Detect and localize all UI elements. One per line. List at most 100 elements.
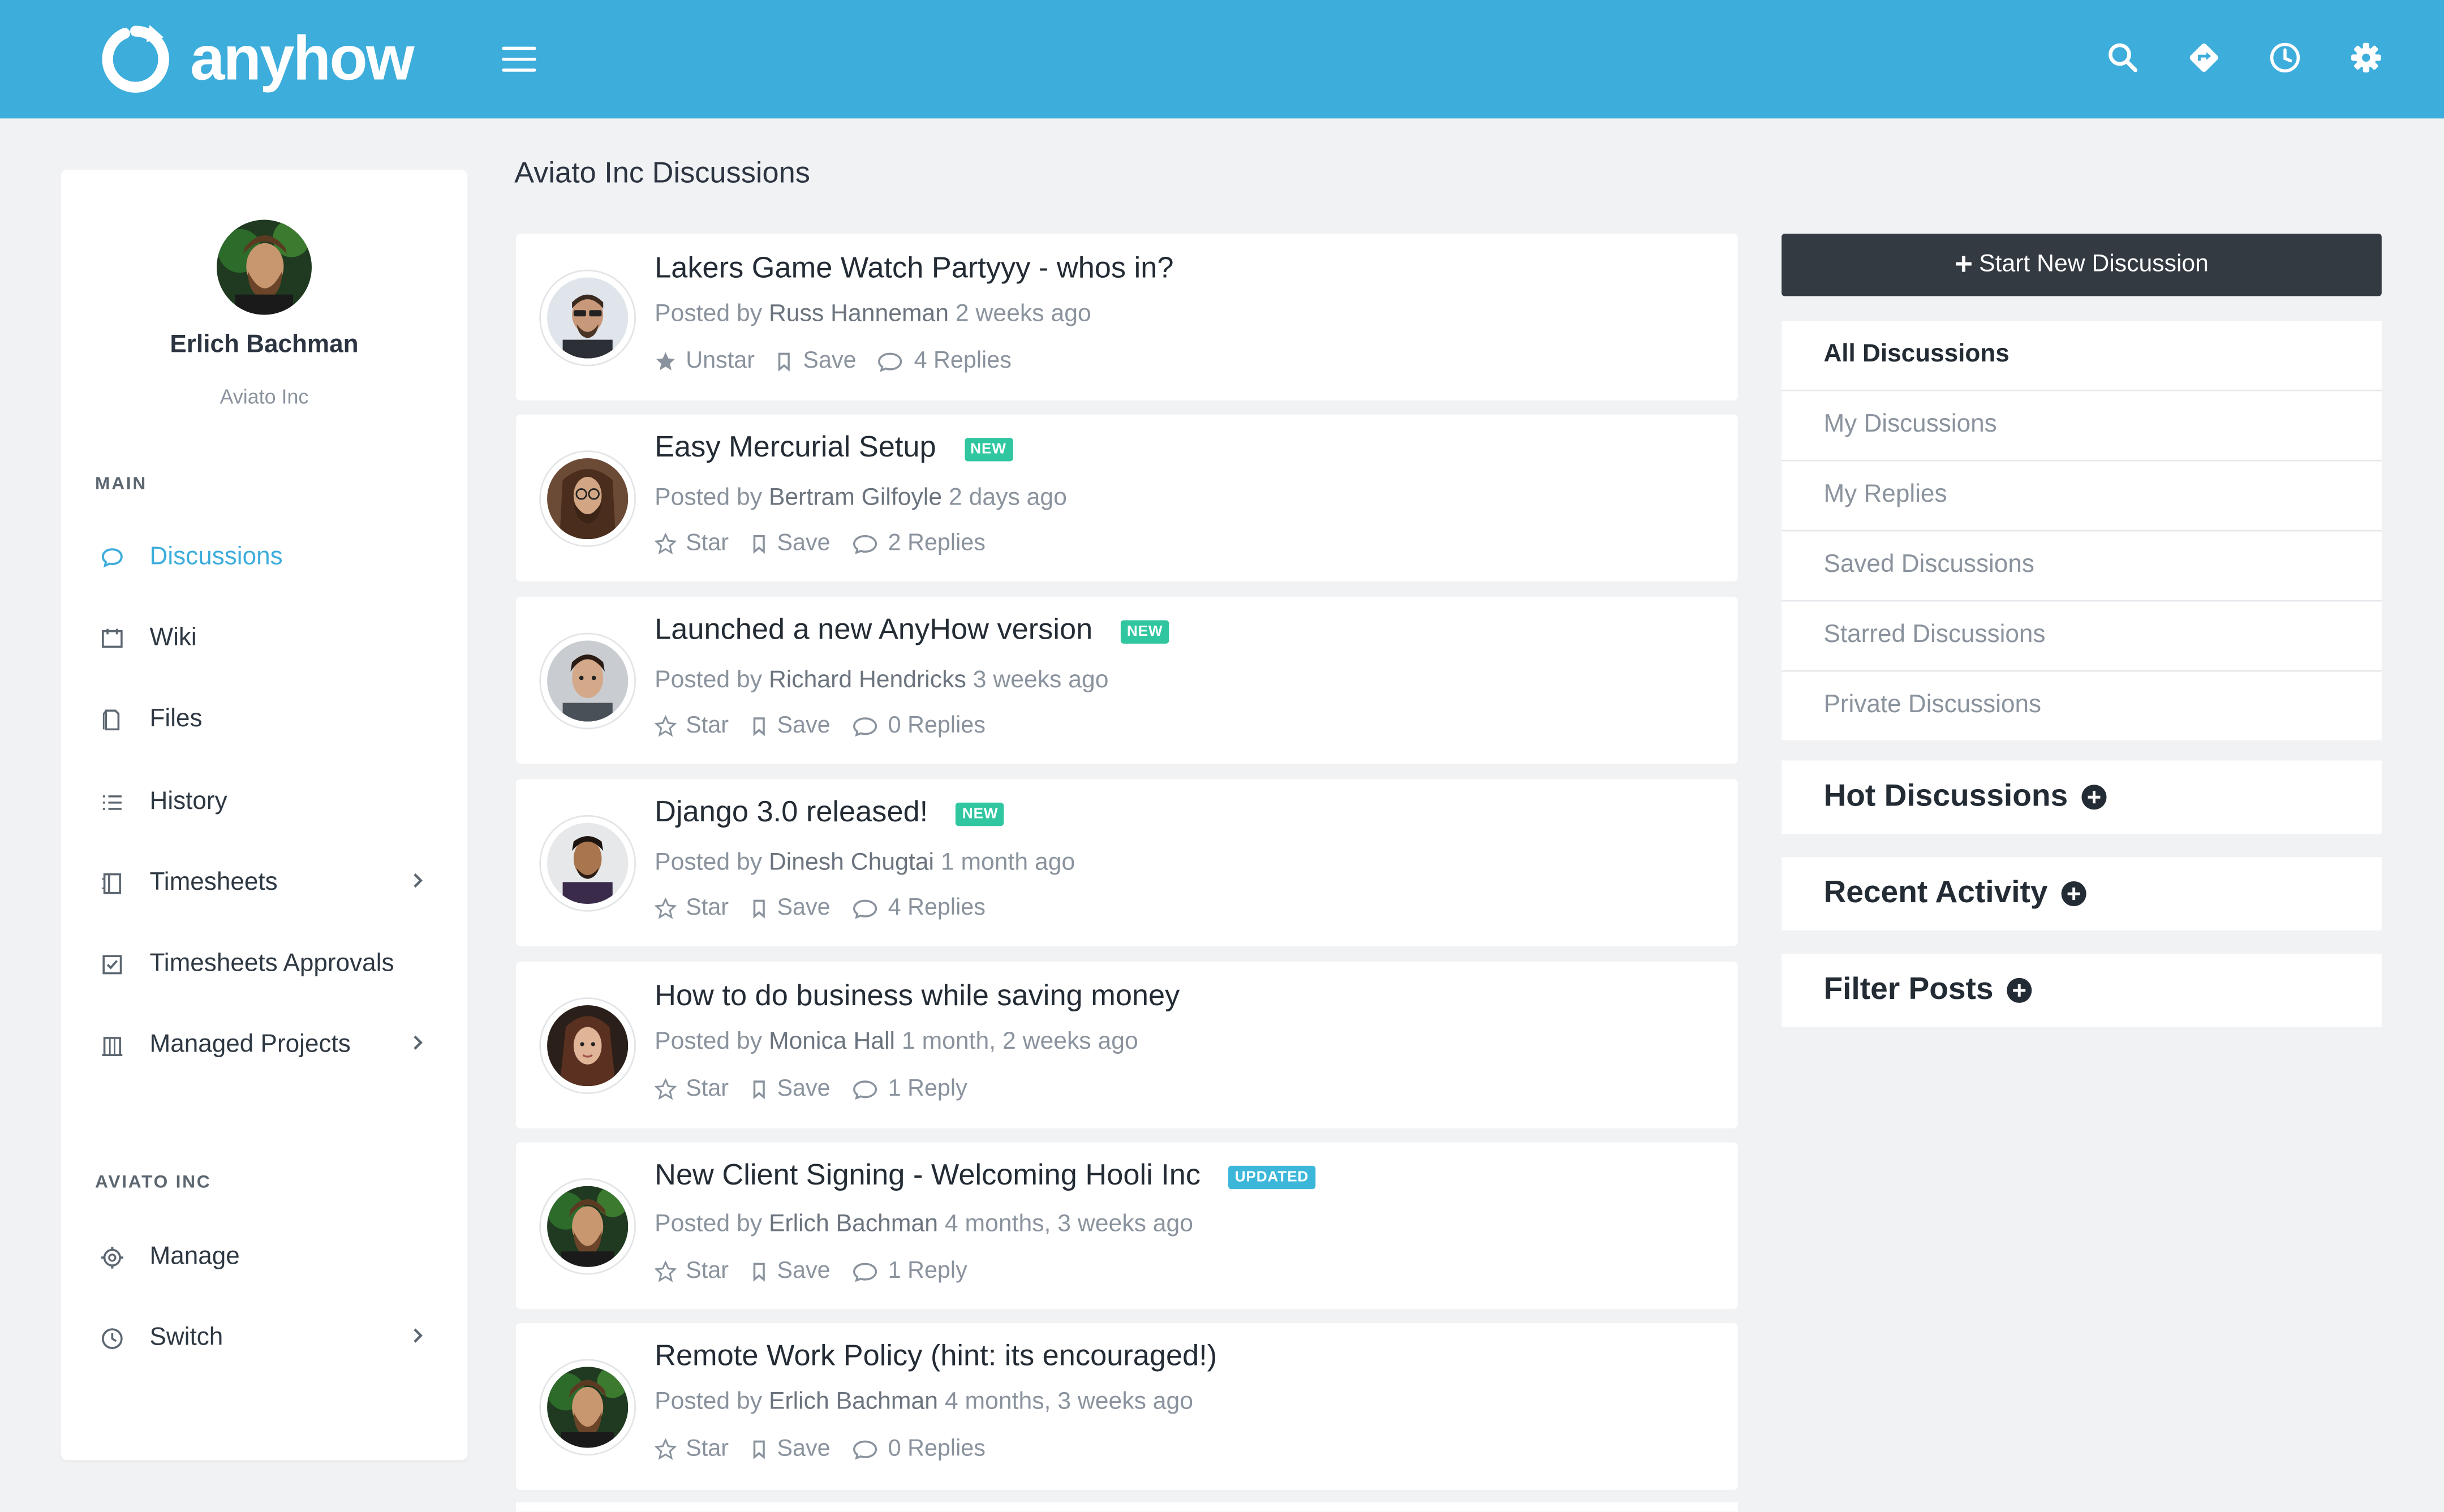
avatar[interactable] xyxy=(216,219,312,315)
section-label-org: AVIATO INC xyxy=(95,1173,212,1192)
discussion-title[interactable]: How to do business while saving money xyxy=(655,980,1180,1015)
discussion-meta: Posted by Erlich Bachman 4 months, 3 wee… xyxy=(655,1388,1194,1415)
sidebar-item-wiki[interactable]: Wiki xyxy=(95,615,438,662)
save-button[interactable]: Save xyxy=(749,1435,831,1462)
bookmark-icon xyxy=(752,716,764,736)
comment-icon xyxy=(879,352,903,372)
discussion-meta: Posted by Bertram Gilfoyle 2 days ago xyxy=(655,484,1067,511)
app-name: anyhow xyxy=(190,24,414,93)
start-new-discussion-button[interactable]: + Start New Discussion xyxy=(1782,234,2382,296)
author-link[interactable]: Erlich Bachman xyxy=(769,1211,938,1238)
sidebar-item-switch[interactable]: Switch xyxy=(95,1315,438,1362)
discussion-filter-list: All Discussions My Discussions My Replie… xyxy=(1782,321,2382,740)
star-icon xyxy=(655,897,677,919)
filter-my-replies[interactable]: My Replies xyxy=(1782,462,2382,532)
save-button[interactable]: Save xyxy=(749,712,831,739)
sidebar-item-timesheets[interactable]: Timesheets xyxy=(95,860,438,907)
avatar[interactable] xyxy=(539,450,636,548)
author-link[interactable]: Russ Hanneman xyxy=(769,301,949,328)
sidebar-item-manage[interactable]: Manage xyxy=(95,1234,438,1281)
filter-all-discussions[interactable]: All Discussions xyxy=(1782,321,2382,391)
sidebar-item-discussions[interactable]: Discussions xyxy=(95,535,438,581)
recent-activity-panel[interactable]: Recent Activity xyxy=(1782,857,2382,931)
discussion-card[interactable]: Django 3.0 released! NEW Posted by Dinesh… xyxy=(515,779,1738,946)
sidebar-item-label: Timesheets Approvals xyxy=(149,950,394,977)
plus-circle-icon xyxy=(2080,784,2107,811)
filter-starred-discussions[interactable]: Starred Discussions xyxy=(1782,601,2382,672)
sidebar-item-files[interactable]: Files xyxy=(95,697,438,744)
star-button[interactable]: Star xyxy=(655,712,729,739)
discussion-title[interactable]: Launched a new AnyHow version NEW xyxy=(655,614,1169,649)
avatar[interactable] xyxy=(539,815,636,912)
cog-icon xyxy=(95,1244,130,1272)
discussion-card[interactable]: New Client Signing - Welcoming Hooli Inc… xyxy=(515,1142,1738,1309)
save-button[interactable]: Save xyxy=(749,1257,831,1284)
save-button[interactable]: Save xyxy=(749,1075,831,1102)
replies-link[interactable]: 1 Reply xyxy=(851,1257,967,1284)
sidebar-item-label: Managed Projects xyxy=(149,1031,351,1058)
filter-private-discussions[interactable]: Private Discussions xyxy=(1782,671,2382,740)
directions-icon[interactable] xyxy=(2185,37,2223,78)
save-button[interactable]: Save xyxy=(775,347,857,374)
unstar-button[interactable]: Unstar xyxy=(655,347,755,374)
discussion-card[interactable]: Easy Mercurial Setup NEW Posted by Bertra… xyxy=(515,414,1738,581)
chevron-right-icon xyxy=(410,1325,426,1353)
avatar[interactable] xyxy=(539,269,636,367)
new-badge: NEW xyxy=(964,437,1013,461)
replies-link[interactable]: 0 Replies xyxy=(851,712,986,739)
discussion-title[interactable]: Lakers Game Watch Partyyy - whos in? xyxy=(655,252,1173,287)
save-button[interactable]: Save xyxy=(749,530,831,557)
avatar[interactable] xyxy=(539,997,636,1095)
star-icon xyxy=(655,1437,677,1459)
replies-link[interactable]: 2 Replies xyxy=(851,530,986,557)
star-button[interactable]: Star xyxy=(655,1075,729,1102)
menu-toggle-icon[interactable] xyxy=(502,46,536,75)
hot-discussions-panel[interactable]: Hot Discussions xyxy=(1782,760,2382,834)
board-icon xyxy=(95,625,130,653)
file-icon xyxy=(95,706,130,734)
star-button[interactable]: Star xyxy=(655,894,729,921)
replies-link[interactable]: 0 Replies xyxy=(851,1435,986,1462)
discussion-card[interactable] xyxy=(515,1502,1738,1512)
filter-saved-discussions[interactable]: Saved Discussions xyxy=(1782,531,2382,602)
star-button[interactable]: Star xyxy=(655,1435,729,1462)
replies-link[interactable]: 4 Replies xyxy=(876,347,1012,374)
star-button[interactable]: Star xyxy=(655,530,729,557)
search-icon[interactable] xyxy=(2104,37,2141,78)
discussion-meta: Posted by Richard Hendricks 3 weeks ago xyxy=(655,667,1109,694)
clock-icon[interactable] xyxy=(2266,37,2304,78)
discussion-card[interactable]: How to do business while saving money Po… xyxy=(515,961,1738,1128)
list-icon xyxy=(95,789,130,817)
filter-posts-panel[interactable]: Filter Posts xyxy=(1782,954,2382,1027)
discussion-meta: Posted by Erlich Bachman 4 months, 3 wee… xyxy=(655,1211,1194,1238)
discussion-card[interactable]: Remote Work Policy (hint: its encouraged… xyxy=(515,1323,1738,1490)
author-link[interactable]: Erlich Bachman xyxy=(769,1389,938,1415)
avatar[interactable] xyxy=(539,1359,636,1456)
save-button[interactable]: Save xyxy=(749,894,831,921)
discussion-meta: Posted by Dinesh Chugtai 1 month ago xyxy=(655,849,1075,876)
discussion-card[interactable]: Lakers Game Watch Partyyy - whos in? Pos… xyxy=(515,234,1738,401)
discussion-title[interactable]: Remote Work Policy (hint: its encouraged… xyxy=(655,1340,1217,1375)
plus-circle-icon xyxy=(2006,977,2033,1003)
star-button[interactable]: Star xyxy=(655,1257,729,1284)
gear-icon[interactable] xyxy=(2347,37,2385,78)
author-link[interactable]: Richard Hendricks xyxy=(769,667,966,693)
replies-link[interactable]: 1 Reply xyxy=(851,1075,967,1102)
author-link[interactable]: Dinesh Chugtai xyxy=(769,850,934,876)
comment-icon xyxy=(853,534,877,554)
replies-link[interactable]: 4 Replies xyxy=(851,894,986,921)
filter-my-discussions[interactable]: My Discussions xyxy=(1782,391,2382,462)
sidebar-item-history[interactable]: History xyxy=(95,779,438,826)
author-link[interactable]: Monica Hall xyxy=(769,1028,895,1055)
avatar[interactable] xyxy=(539,1178,636,1275)
plus-circle-icon xyxy=(2060,881,2087,907)
author-link[interactable]: Bertram Gilfoyle xyxy=(769,485,942,511)
discussion-title[interactable]: Easy Mercurial Setup NEW xyxy=(655,432,1013,466)
avatar[interactable] xyxy=(539,632,636,730)
app-logo[interactable]: anyhow xyxy=(100,22,415,97)
discussion-card[interactable]: Launched a new AnyHow version NEW Posted … xyxy=(515,597,1738,764)
sidebar-item-timesheets-approvals[interactable]: Timesheets Approvals xyxy=(95,941,438,988)
discussion-title[interactable]: Django 3.0 released! NEW xyxy=(655,796,1005,831)
discussion-title[interactable]: New Client Signing - Welcoming Hooli Inc… xyxy=(655,1160,1315,1194)
sidebar-item-managed-projects[interactable]: Managed Projects xyxy=(95,1022,438,1069)
